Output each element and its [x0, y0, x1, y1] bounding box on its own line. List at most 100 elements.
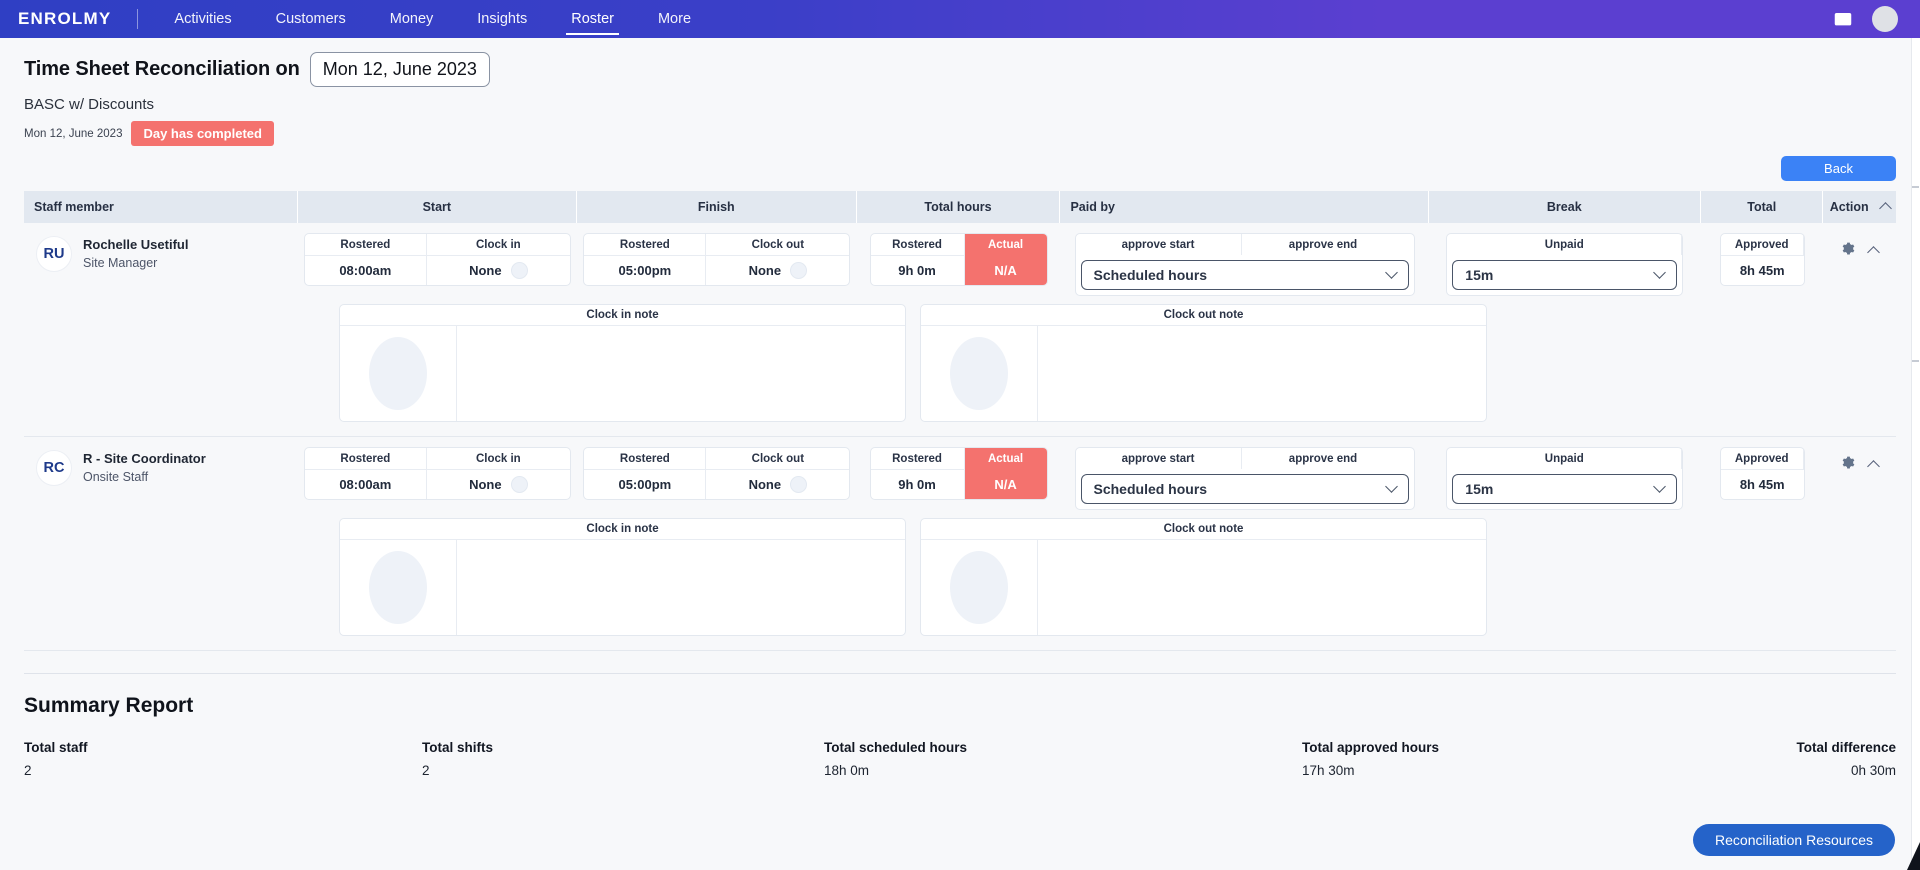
column-header-action[interactable]: Action — [1823, 191, 1896, 223]
reconciliation-resources-button[interactable]: Reconciliation Resources — [1693, 824, 1895, 856]
cell-paid-by: approve start approve end Scheduled hour… — [1061, 447, 1429, 510]
finish-minitable: Rostered Clock out 05:00pm None — [583, 447, 851, 500]
break-unpaid-label: Unpaid — [1447, 234, 1683, 255]
break-unpaid-label: Unpaid — [1447, 448, 1683, 469]
clock-in-note-label: Clock in note — [340, 305, 905, 326]
column-header-paid-by[interactable]: Paid by — [1060, 191, 1429, 223]
back-button[interactable]: Back — [1781, 156, 1896, 181]
nav-item-more[interactable]: More — [636, 0, 713, 38]
summary-stat-total-difference: Total difference 0h 30m — [1775, 740, 1896, 778]
start-rostered-value: 08:00am — [304, 469, 427, 499]
row-collapse-chevron-up-icon[interactable] — [1867, 460, 1881, 473]
nav-item-insights[interactable]: Insights — [455, 0, 549, 38]
clock-in-status-dot[interactable] — [510, 476, 528, 493]
break-selected-value: 15m — [1465, 267, 1494, 283]
summary-title: Summary Report — [24, 694, 194, 717]
column-header-finish[interactable]: Finish — [577, 191, 857, 223]
break-select[interactable]: 15m — [1452, 260, 1678, 290]
column-header-total-hours[interactable]: Total hours — [857, 191, 1061, 223]
column-header-action-label: Action — [1829, 200, 1869, 214]
total-hours-actual-value: N/A — [964, 255, 1047, 285]
paid-by-wrapper: approve start approve end Scheduled hour… — [1074, 447, 1415, 510]
row-collapse-chevron-up-icon[interactable] — [1867, 246, 1881, 259]
avatar[interactable] — [1872, 6, 1898, 32]
brand-logo[interactable]: ENROLMY — [0, 0, 111, 38]
column-header-break[interactable]: Break — [1429, 191, 1702, 223]
clock-in-note-text[interactable] — [457, 326, 905, 421]
column-header-total[interactable]: Total — [1701, 191, 1824, 223]
paid-by-select[interactable]: Scheduled hours — [1080, 474, 1409, 504]
clock-out-note-label: Clock out note — [921, 305, 1486, 326]
clock-in-note-text[interactable] — [457, 540, 905, 635]
staff-avatar: RU — [36, 236, 72, 272]
meta-date: Mon 12, June 2023 — [24, 127, 123, 140]
clock-out-note-text[interactable] — [1038, 326, 1486, 421]
approve-start-label: approve start — [1076, 234, 1242, 255]
table-row: RC R - Site Coordinator Onsite Staff Ros… — [24, 437, 1896, 651]
start-rostered-value: 08:00am — [304, 255, 427, 285]
total-hours-actual-label: Actual — [964, 448, 1047, 469]
start-clockin-value[interactable]: None — [426, 255, 570, 285]
break-wrapper: Unpaid 15m — [1446, 447, 1684, 510]
start-rostered-label: Rostered — [305, 448, 427, 469]
cell-total: Approved 8h 45m — [1701, 447, 1823, 500]
title-row: Time Sheet Reconciliation on Mon 12, Jun… — [24, 52, 1896, 87]
cell-staff-member: RC R - Site Coordinator Onsite Staff — [24, 447, 298, 486]
start-values: 08:00am None — [304, 469, 570, 499]
summary-label: Total approved hours — [1302, 740, 1440, 755]
nav-item-customers[interactable]: Customers — [254, 0, 368, 38]
date-picker-field[interactable]: Mon 12, June 2023 — [309, 52, 490, 87]
summary-grid: Total staff 2 Total shifts 2 Total sched… — [24, 740, 1896, 778]
top-navbar: ENROLMY Activities Customers Money Insig… — [0, 0, 1920, 38]
gear-icon[interactable] — [1841, 241, 1856, 261]
total-hours-rostered-value: 9h 0m — [870, 255, 965, 285]
start-clockin-value[interactable]: None — [426, 469, 570, 499]
break-wrapper: Unpaid 15m — [1446, 233, 1684, 296]
gear-icon[interactable] — [1841, 455, 1856, 475]
break-selected-value: 15m — [1465, 481, 1494, 497]
start-clockin-text: None — [469, 263, 502, 278]
start-clockin-text: None — [469, 477, 502, 492]
clock-out-note-body — [921, 326, 1486, 421]
paid-by-heads: approve start approve end — [1076, 448, 1414, 469]
column-header-staff-member[interactable]: Staff member — [24, 191, 298, 223]
summary-stat-total-approved-hours: Total approved hours 17h 30m — [1302, 740, 1775, 778]
chevron-up-icon[interactable] — [1878, 202, 1892, 215]
finish-clockout-value[interactable]: None — [706, 255, 850, 285]
nav-item-activities[interactable]: Activities — [152, 0, 253, 38]
total-minitable: Approved 8h 45m — [1719, 447, 1805, 500]
clock-out-status-dot[interactable] — [790, 262, 808, 279]
cell-start: Rostered Clock in 08:00am None — [298, 447, 578, 500]
inbox-icon[interactable] — [1832, 8, 1854, 30]
finish-minitable: Rostered Clock out 05:00pm None — [583, 233, 851, 286]
clock-out-note-panel: Clock out note — [920, 518, 1487, 636]
nav-item-roster[interactable]: Roster — [549, 0, 636, 38]
photo-placeholder-shape — [950, 551, 1008, 624]
nav-item-money[interactable]: Money — [368, 0, 456, 38]
start-values: 08:00am None — [304, 255, 570, 285]
finish-clockout-value[interactable]: None — [706, 469, 850, 499]
approve-end-label: approve end — [1288, 238, 1358, 251]
break-select[interactable]: 15m — [1452, 474, 1678, 504]
staff-text-block: R - Site Coordinator Onsite Staff — [83, 450, 206, 486]
clock-in-photo-placeholder — [340, 540, 457, 635]
cell-finish: Rostered Clock out 05:00pm None — [577, 447, 857, 500]
clock-out-status-dot[interactable] — [790, 476, 808, 493]
total-hours-actual-value: N/A — [964, 469, 1047, 499]
summary-label: Total shifts — [422, 740, 494, 755]
start-clockin-label: Clock in — [475, 238, 521, 251]
total-approved-label: Approved — [1721, 448, 1804, 469]
page-title: Time Sheet Reconciliation on — [24, 58, 300, 80]
nav-items: Activities Customers Money Insights Rost… — [152, 0, 713, 38]
finish-rostered-value: 05:00pm — [584, 469, 707, 499]
paid-by-select[interactable]: Scheduled hours — [1080, 260, 1409, 290]
table-header-row: Staff member Start Finish Total hours Pa… — [24, 191, 1896, 223]
total-hours-minitable: Rostered Actual 9h 0m N/A — [869, 233, 1048, 286]
clock-in-status-dot[interactable] — [510, 262, 528, 279]
finish-clockout-label: Clock out — [751, 238, 805, 251]
clock-out-note-text[interactable] — [1038, 540, 1486, 635]
cell-total: Approved 8h 45m — [1701, 233, 1823, 286]
total-hours-heads: Rostered Actual — [871, 234, 1047, 255]
organisation-name: BASC w/ Discounts — [24, 96, 155, 113]
column-header-start[interactable]: Start — [298, 191, 578, 223]
